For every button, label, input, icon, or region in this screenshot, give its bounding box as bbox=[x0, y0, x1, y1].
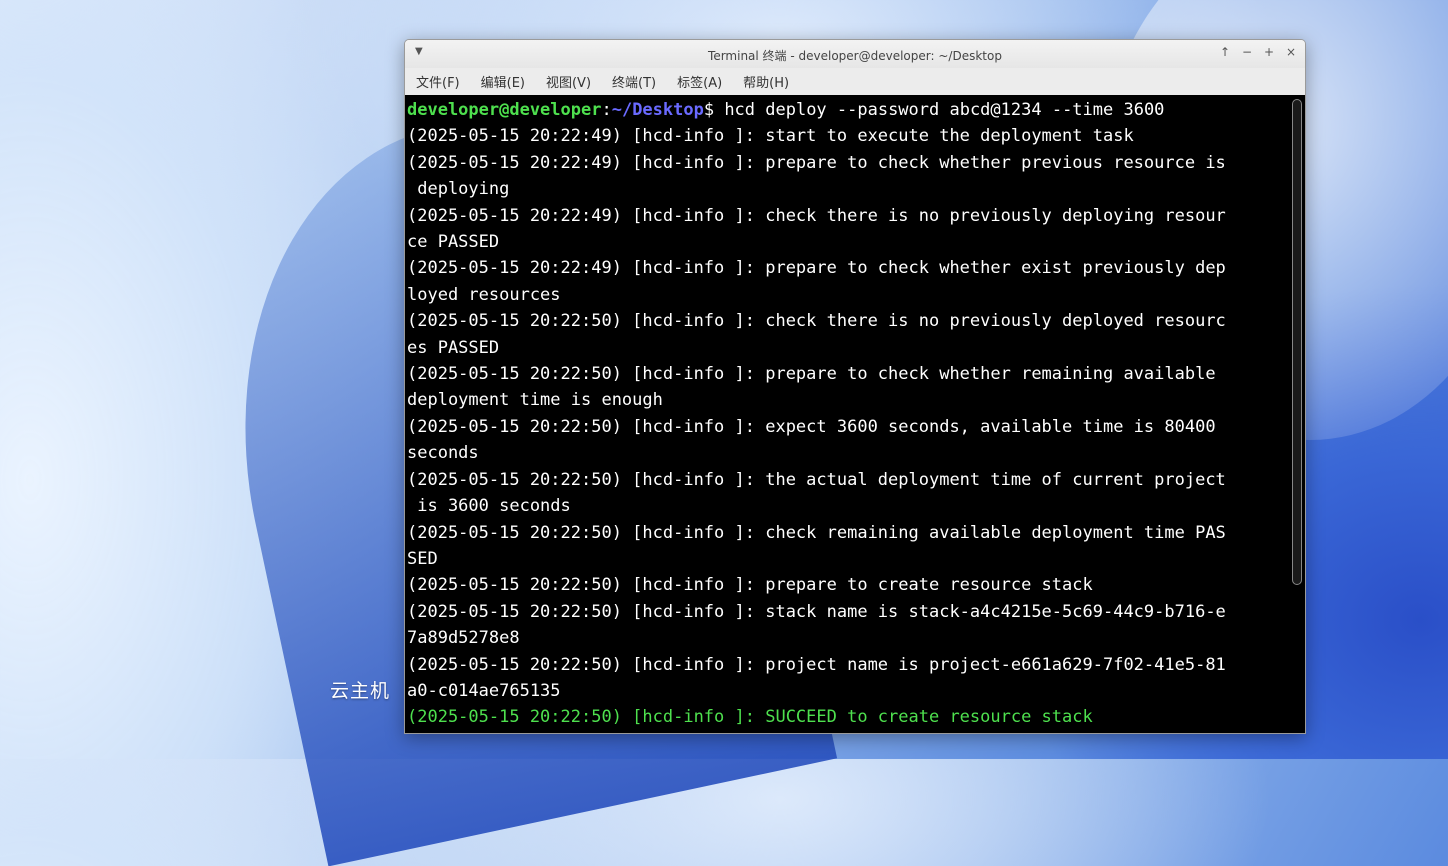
menu-help[interactable]: 帮助(H) bbox=[743, 72, 789, 91]
log-line: seconds bbox=[407, 443, 479, 464]
log-line: (2025-05-15 20:22:50) [hcd-info ]: check… bbox=[407, 522, 1226, 543]
prompt-line: developer@developer:~/Desktop$ hcd deplo… bbox=[407, 97, 1289, 123]
terminal-window: ▼ Terminal 终端 - developer@developer: ~/D… bbox=[404, 39, 1306, 734]
close-icon[interactable]: × bbox=[1285, 45, 1297, 59]
log-line: 7a89d5278e8 bbox=[407, 628, 520, 649]
log-line: (2025-05-15 20:22:50) [hcd-info ]: the a… bbox=[407, 469, 1226, 490]
desktop-label: 云主机 bbox=[330, 680, 391, 702]
log-line: (2025-05-15 20:22:49) [hcd-info ]: prepa… bbox=[407, 152, 1226, 173]
log-line: (2025-05-15 20:22:50) [hcd-info ]: stack… bbox=[407, 601, 1226, 622]
maximize-icon[interactable]: + bbox=[1263, 45, 1275, 59]
prompt-user: developer@developer bbox=[407, 100, 602, 120]
log-line: a0-c014ae765135 bbox=[407, 680, 561, 701]
log-line: (2025-05-15 20:22:50) [hcd-info ]: expec… bbox=[407, 416, 1216, 437]
log-line: (2025-05-15 20:22:50) [hcd-info ]: prepa… bbox=[407, 364, 1216, 385]
menubar: 文件(F) 编辑(E) 视图(V) 终端(T) 标签(A) 帮助(H) bbox=[405, 68, 1305, 95]
terminal-output[interactable]: developer@developer:~/Desktop$ hcd deplo… bbox=[405, 95, 1289, 733]
keep-above-icon[interactable]: ↑ bbox=[1219, 45, 1231, 59]
menu-view[interactable]: 视图(V) bbox=[546, 72, 591, 91]
log-line: loyed resources bbox=[407, 284, 561, 305]
minimize-icon[interactable]: − bbox=[1241, 45, 1253, 59]
window-controls: ↑ − + × bbox=[1219, 45, 1297, 59]
log-line: (2025-05-15 20:22:50) [hcd-info ]: proje… bbox=[407, 654, 1226, 675]
menu-terminal[interactable]: 终端(T) bbox=[612, 72, 656, 91]
log-line: (2025-05-15 20:22:49) [hcd-info ]: check… bbox=[407, 205, 1226, 226]
log-line: es PASSED bbox=[407, 337, 500, 358]
log-line: (2025-05-15 20:22:50) [hcd-info ]: prepa… bbox=[407, 575, 1093, 596]
log-line: (2025-05-15 20:22:50) [hcd-info ]: check… bbox=[407, 311, 1226, 332]
window-titlebar[interactable]: ▼ Terminal 终端 - developer@developer: ~/D… bbox=[405, 40, 1305, 68]
prompt-path: ~/Desktop bbox=[611, 100, 704, 120]
prompt-separator: : bbox=[601, 100, 612, 120]
menu-file[interactable]: 文件(F) bbox=[416, 72, 460, 91]
log-line: deployment time is enough bbox=[407, 390, 663, 411]
scrollbar-thumb[interactable] bbox=[1292, 99, 1302, 585]
menu-edit[interactable]: 编辑(E) bbox=[481, 72, 525, 91]
log-line: (2025-05-15 20:22:49) [hcd-info ]: prepa… bbox=[407, 258, 1226, 279]
log-line: deploying bbox=[407, 179, 510, 200]
menu-tabs[interactable]: 标签(A) bbox=[677, 72, 722, 91]
log-line: is 3600 seconds bbox=[407, 496, 571, 517]
log-line: SED bbox=[407, 548, 438, 569]
success-line: (2025-05-15 20:22:50) [hcd-info ]: SUCCE… bbox=[407, 707, 1093, 728]
window-title: Terminal 终端 - developer@developer: ~/Des… bbox=[708, 49, 1002, 63]
log-line: (2025-05-15 20:22:49) [hcd-info ]: start… bbox=[407, 126, 1134, 147]
scrollbar[interactable] bbox=[1289, 95, 1305, 733]
log-line: ce PASSED bbox=[407, 232, 500, 253]
prompt-command: $ hcd deploy --password abcd@1234 --time… bbox=[703, 100, 1165, 120]
